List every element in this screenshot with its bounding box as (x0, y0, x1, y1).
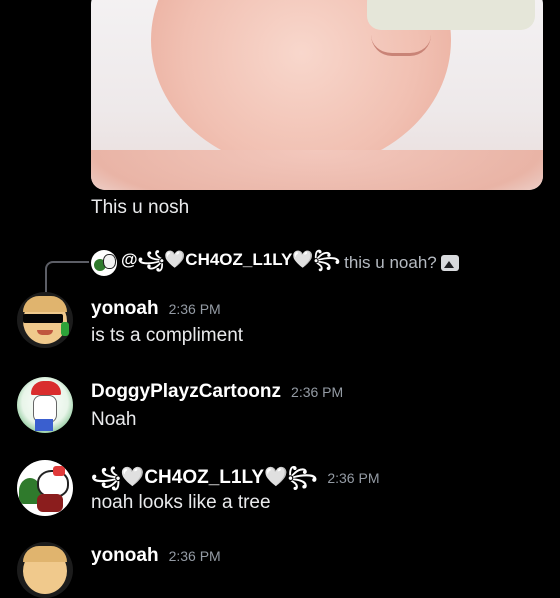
timestamp: 2:36 PM (291, 384, 344, 400)
avatar-mouth (37, 330, 53, 335)
avatar-hair (23, 296, 67, 312)
sunglasses-icon (23, 314, 63, 323)
reply-mention[interactable]: @꧁🤍CH4OZ_L1LY🤍꧂ (121, 246, 340, 281)
username[interactable]: DoggyPlayzCartoonz 2:36 PM (91, 381, 343, 403)
username[interactable]: yonoah 2:36 PM (91, 545, 221, 567)
image-icon (440, 255, 459, 271)
avatar[interactable] (17, 377, 73, 433)
timestamp: 2:36 PM (327, 470, 380, 486)
avatar[interactable] (17, 292, 73, 348)
message-text: noah looks like a tree (91, 492, 271, 513)
message-text: Noah (91, 409, 137, 430)
username-text[interactable]: ꧁🤍CH4OZ_L1LY🤍꧂ (91, 467, 317, 488)
username-text[interactable]: DoggyPlayzCartoonz (91, 381, 281, 402)
reply-avatar[interactable] (91, 250, 117, 276)
overlay-card (367, 0, 535, 30)
username-text[interactable]: yonoah (91, 298, 159, 319)
baby-body (91, 150, 543, 190)
reply-text[interactable]: this u noah? (344, 253, 437, 273)
attachment-caption: This u nosh (91, 197, 190, 218)
bow-icon (53, 466, 65, 476)
username[interactable]: yonoah 2:36 PM (91, 298, 221, 320)
reply-connector (45, 261, 89, 293)
reply-reference[interactable]: @꧁🤍CH4OZ_L1LY🤍꧂ this u noah? (91, 248, 459, 278)
avatar[interactable] (17, 542, 73, 598)
message-text: is ts a compliment (91, 325, 244, 346)
avatar-legs (35, 419, 53, 431)
timestamp: 2:36 PM (168, 548, 221, 564)
username-text[interactable]: yonoah (91, 545, 159, 566)
avatar[interactable] (17, 460, 73, 516)
avatar-dress (37, 494, 63, 512)
baby-mouth (371, 35, 431, 56)
timestamp: 2:36 PM (168, 301, 221, 317)
mic-icon (61, 322, 69, 336)
santa-hat-icon (31, 381, 61, 395)
